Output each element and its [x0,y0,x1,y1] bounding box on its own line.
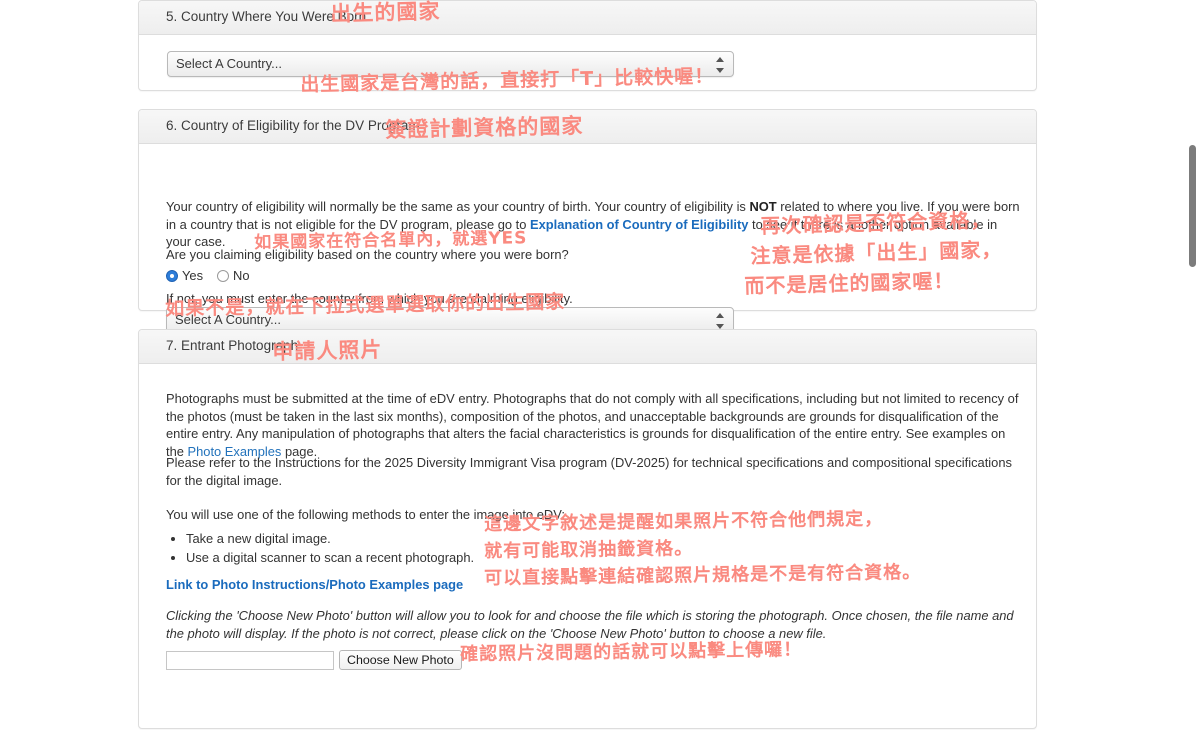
photo-instructions-link-wrap: Link to Photo Instructions/Photo Example… [166,576,463,594]
photo-instructions-examples-link[interactable]: Link to Photo Instructions/Photo Example… [166,577,463,592]
photo-paragraph-2: Please refer to the Instructions for the… [166,455,1012,488]
section-5-body: Select A Country... [139,35,1036,92]
list-item: Take a new digital image. [186,530,474,548]
section-entrant-photograph: 7. Entrant Photograph Photographs must b… [138,329,1037,729]
eligibility-if-not-text: If not, you must enter the country from … [166,291,573,306]
section-6-title: 6. Country of Eligibility for the DV Pro… [166,118,420,133]
section-5-title: 5. Country Where You Were Born [166,9,367,24]
photo-file-row: Choose New Photo [166,650,462,670]
country-born-select-value: Select A Country... [176,56,282,71]
section-country-where-born: 5. Country Where You Were Born Select A … [138,0,1037,91]
photo-italic-note: Clicking the 'Choose New Photo' button w… [166,608,1014,641]
eligibility-intro-part1: Your country of eligibility will normall… [166,199,750,214]
choose-new-photo-button[interactable]: Choose New Photo [339,650,462,670]
photo-paragraph-3: You will use one of the following method… [166,507,565,522]
chevron-updown-icon [716,312,725,330]
radio-yes-label: Yes [182,268,204,283]
photo-methods-list: Take a new digital image. Use a digital … [166,530,474,568]
photo-paragraph-1: Photographs must be submitted at the tim… [166,390,1019,460]
eligibility-country-select-value: Select A Country... [175,312,281,327]
eligibility-radio-group[interactable]: Yes No [166,268,260,283]
page-scrollbar[interactable] [1186,0,1198,670]
page-root: 5. Country Where You Were Born Select A … [0,0,1200,729]
radio-yes[interactable] [166,269,178,282]
radio-no[interactable] [217,269,230,282]
section-6-header: 6. Country of Eligibility for the DV Pro… [139,110,1036,144]
eligibility-intro-paragraph: Your country of eligibility will normall… [166,198,1021,251]
page-scrollbar-thumb[interactable] [1189,145,1196,267]
section-country-of-eligibility: 6. Country of Eligibility for the DV Pro… [138,109,1037,333]
section-7-body: Photographs must be submitted at the tim… [139,364,1036,730]
section-7-header: 7. Entrant Photograph [139,330,1036,364]
eligibility-not-emphasis: NOT [749,199,777,214]
section-7-title: 7. Entrant Photograph [166,338,299,353]
eligibility-question: Are you claiming eligibility based on th… [166,247,569,262]
chevron-updown-icon [716,56,725,74]
country-born-select[interactable]: Select A Country... [167,51,734,77]
radio-no-label: No [233,268,250,283]
explanation-of-country-of-eligibility-link[interactable]: Explanation of Country of Eligibility [530,217,748,232]
section-6-body: Your country of eligibility will normall… [139,144,1036,333]
list-item: Use a digital scanner to scan a recent p… [186,549,474,567]
section-5-header: 5. Country Where You Were Born [139,1,1036,35]
photo-file-input[interactable] [166,650,334,670]
